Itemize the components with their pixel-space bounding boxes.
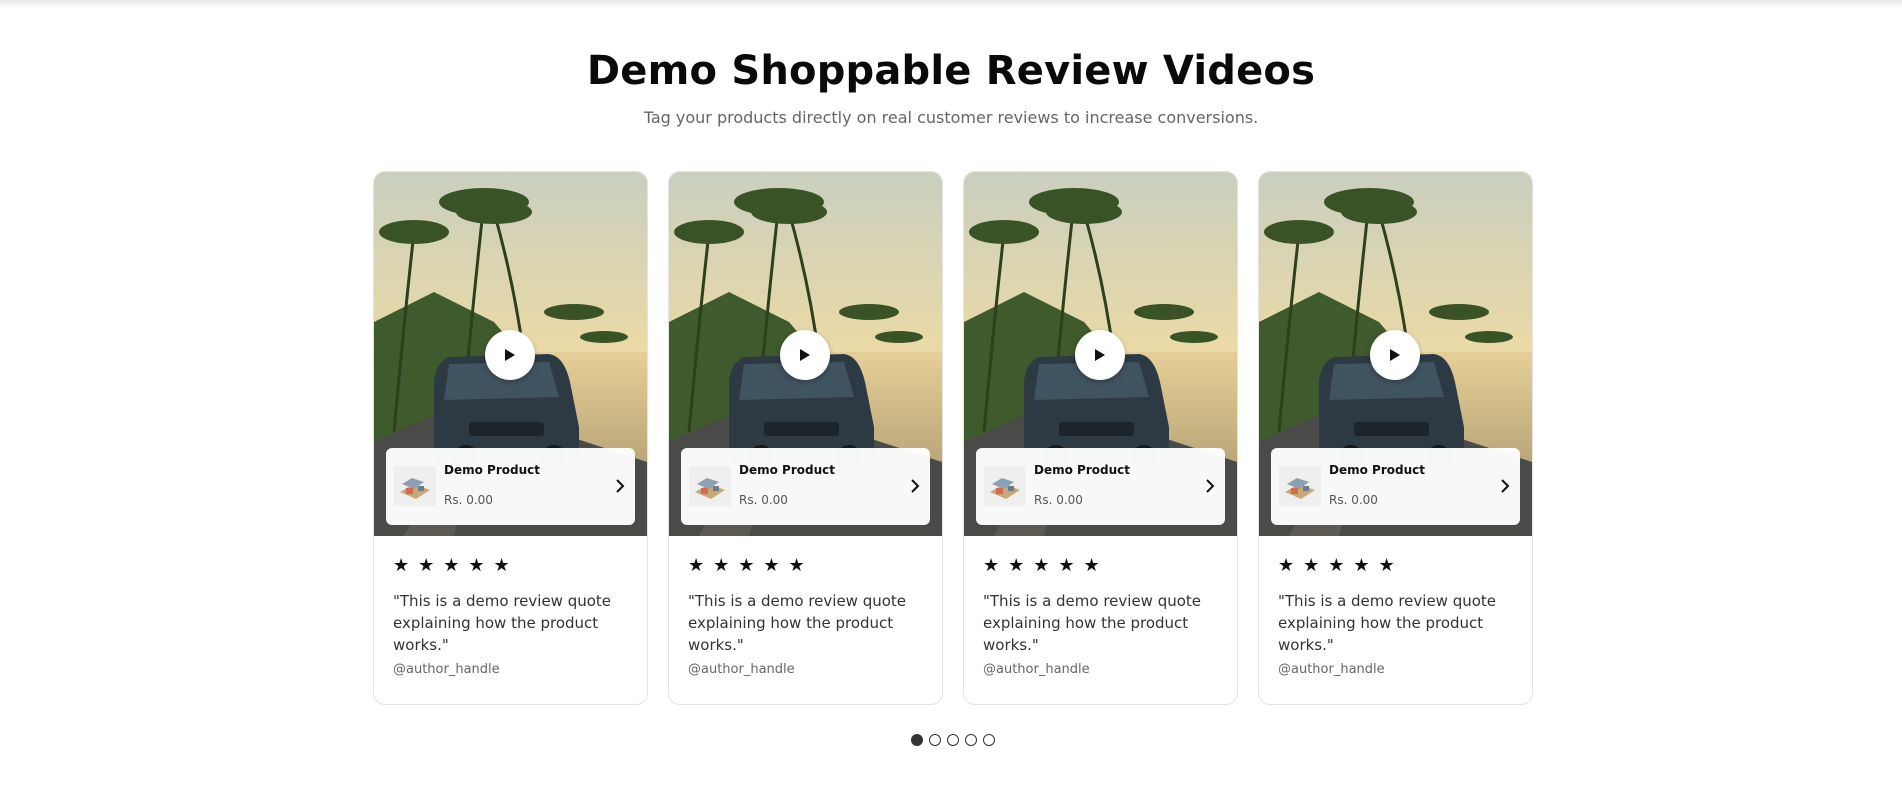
section-title: Demo Shoppable Review Videos <box>586 48 1316 94</box>
product-tag[interactable]: Demo Product Rs. 0.00 <box>1271 448 1520 525</box>
pagination-dot[interactable] <box>965 734 977 746</box>
section-subtitle: Tag your products directly on real custo… <box>643 108 1259 127</box>
video-thumbnail[interactable]: Demo Product Rs. 0.00 <box>374 172 647 536</box>
author-handle: @author_handle <box>688 662 795 677</box>
pagination-dot[interactable] <box>983 734 995 746</box>
star-rating: ★★★★★ <box>688 555 814 576</box>
author-handle: @author_handle <box>393 662 500 677</box>
chevron-right-icon[interactable] <box>1205 478 1215 494</box>
carousel-pagination <box>911 734 995 746</box>
product-price: Rs. 0.00 <box>1034 493 1083 507</box>
product-tag[interactable]: Demo Product Rs. 0.00 <box>976 448 1225 525</box>
review-card[interactable]: Demo Product Rs. 0.00 ★★★★★ "This is a d… <box>963 171 1238 705</box>
play-icon <box>505 349 515 361</box>
product-name: Demo Product <box>444 463 540 477</box>
pagination-dot[interactable] <box>911 734 923 746</box>
review-card[interactable]: Demo Product Rs. 0.00 ★★★★★ "This is a d… <box>1258 171 1533 705</box>
play-icon <box>1095 349 1105 361</box>
product-thumbnail <box>984 466 1026 506</box>
top-shadow <box>0 0 1902 8</box>
play-button[interactable] <box>1075 330 1125 380</box>
product-price: Rs. 0.00 <box>739 493 788 507</box>
product-name: Demo Product <box>1329 463 1425 477</box>
product-name: Demo Product <box>739 463 835 477</box>
video-thumbnail[interactable]: Demo Product Rs. 0.00 <box>669 172 942 536</box>
review-card[interactable]: Demo Product Rs. 0.00 ★★★★★ "This is a d… <box>668 171 943 705</box>
star-rating: ★★★★★ <box>393 555 519 576</box>
chevron-right-icon[interactable] <box>1500 478 1510 494</box>
product-price: Rs. 0.00 <box>444 493 493 507</box>
star-rating: ★★★★★ <box>983 555 1109 576</box>
product-tag[interactable]: Demo Product Rs. 0.00 <box>386 448 635 525</box>
product-thumbnail <box>689 466 731 506</box>
review-quote: "This is a demo review quote explaining … <box>983 592 1202 654</box>
review-quote: "This is a demo review quote explaining … <box>393 592 612 654</box>
play-icon <box>800 349 810 361</box>
pagination-dot[interactable] <box>929 734 941 746</box>
product-name: Demo Product <box>1034 463 1130 477</box>
chevron-right-icon[interactable] <box>615 478 625 494</box>
chevron-right-icon[interactable] <box>910 478 920 494</box>
star-rating: ★★★★★ <box>1278 555 1404 576</box>
review-card[interactable]: Demo Product Rs. 0.00 ★★★★★ "This is a d… <box>373 171 648 705</box>
play-button[interactable] <box>1370 330 1420 380</box>
pagination-dot[interactable] <box>947 734 959 746</box>
review-quote: "This is a demo review quote explaining … <box>688 592 907 654</box>
video-thumbnail[interactable]: Demo Product Rs. 0.00 <box>1259 172 1532 536</box>
product-tag[interactable]: Demo Product Rs. 0.00 <box>681 448 930 525</box>
play-icon <box>1390 349 1400 361</box>
video-thumbnail[interactable]: Demo Product Rs. 0.00 <box>964 172 1237 536</box>
author-handle: @author_handle <box>983 662 1090 677</box>
play-button[interactable] <box>780 330 830 380</box>
review-quote: "This is a demo review quote explaining … <box>1278 592 1497 654</box>
author-handle: @author_handle <box>1278 662 1385 677</box>
product-price: Rs. 0.00 <box>1329 493 1378 507</box>
play-button[interactable] <box>485 330 535 380</box>
product-thumbnail <box>1279 466 1321 506</box>
product-thumbnail <box>394 466 436 506</box>
